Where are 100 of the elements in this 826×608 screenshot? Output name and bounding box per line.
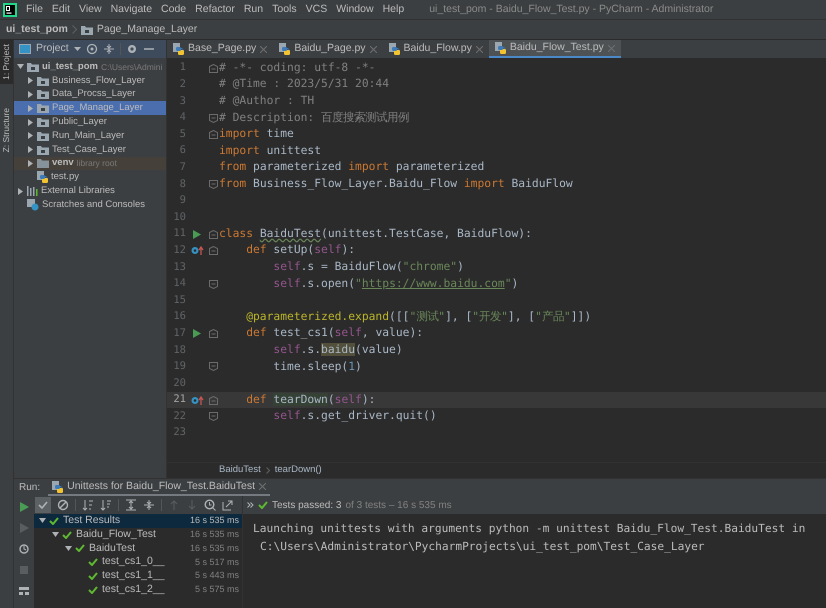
line-number: 3	[178, 94, 187, 109]
test-result-row[interactable]: Baidu_Flow_Test 16 s 535 ms	[34, 528, 242, 542]
collapse-arrow-icon[interactable]	[16, 63, 24, 70]
tree-item[interactable]: ui_test_pom C:\Users\Admini	[14, 60, 166, 74]
override-icon[interactable]	[190, 396, 204, 405]
run-icon[interactable]	[18, 501, 30, 513]
menu-item[interactable]: File	[26, 2, 43, 18]
tree-item[interactable]: Run_Main_Layer	[14, 128, 166, 143]
tree-item[interactable]: venv library root	[14, 156, 166, 170]
folder-icon	[80, 24, 93, 34]
line-number: 15	[172, 292, 187, 308]
menu-item[interactable]: Navigate	[110, 2, 152, 18]
app-logo-icon	[3, 2, 17, 16]
test-result-row[interactable]: test_cs1_1__ 5 s 443 ms	[34, 569, 242, 583]
tree-item-label: Data_Procss_Layer	[52, 87, 136, 102]
console-line: Launching unittests with arguments python -m unittest Baidu_Flow_Test.BaiduTest in	[253, 521, 806, 537]
tree-item[interactable]: Public_Layer	[14, 115, 166, 129]
unfold-icon[interactable]	[208, 114, 218, 123]
menu-item[interactable]: Refactor	[195, 2, 235, 18]
line-number: 9	[178, 193, 187, 208]
menu-item[interactable]: View	[79, 2, 102, 18]
panel-title[interactable]: Project	[36, 41, 69, 57]
test-result-row[interactable]: test_cs1_2__ 5 s 575 ms	[34, 582, 242, 597]
test-duration: 5 s 575 ms	[194, 583, 239, 596]
run-tab[interactable]: Unittests for Baidu_Flow_Test.BaiduTest	[48, 479, 270, 496]
show-passed-toggle[interactable]	[35, 497, 51, 513]
more-chevrons-icon[interactable]	[247, 502, 254, 508]
test-result-row[interactable]: Test Results 16 s 535 ms	[34, 514, 242, 528]
target-icon[interactable]	[86, 43, 98, 55]
layout-icon[interactable]	[18, 585, 30, 597]
export-icon[interactable]	[222, 499, 234, 511]
menu-item[interactable]: Help	[382, 2, 404, 18]
line-number: 1	[178, 60, 187, 76]
settings-icon[interactable]	[126, 43, 138, 55]
unfold-icon[interactable]	[208, 180, 218, 189]
test-duration: 16 s 535 ms	[190, 514, 239, 528]
close-icon[interactable]	[259, 483, 266, 490]
close-icon[interactable]	[260, 46, 268, 52]
line-number: 6	[178, 143, 187, 158]
tool-window-tab[interactable]: 1: Project	[0, 40, 13, 84]
close-icon[interactable]	[476, 46, 483, 52]
fold-icon[interactable]	[208, 130, 218, 140]
history-icon[interactable]	[204, 499, 216, 511]
fold-icon[interactable]	[208, 230, 218, 239]
code-line: def test_cs1(self, value):	[245, 325, 424, 342]
tree-item[interactable]: Test_Case_Layer	[14, 142, 166, 157]
fold-icon[interactable]	[208, 246, 218, 256]
collapse-all-icon[interactable]	[102, 43, 115, 55]
line-number: 19	[172, 359, 187, 374]
editor-tab[interactable]: Baidu_Flow.py	[382, 40, 489, 58]
tree-item-hint: library root	[76, 157, 117, 170]
editor-tab[interactable]: Base_Page.py	[167, 40, 274, 58]
code-line: self.s.baidu(value)	[272, 342, 403, 358]
breadcrumb-item[interactable]: tearDown()	[274, 463, 322, 478]
breadcrumb-item[interactable]: Page_Manage_Layer	[96, 22, 198, 38]
window-icon	[19, 44, 31, 54]
menu-item[interactable]: Edit	[52, 2, 70, 18]
menu-item[interactable]: Run	[244, 2, 264, 18]
sort-by-duration-icon[interactable]	[100, 499, 112, 511]
expand-arrow-icon[interactable]	[16, 188, 24, 195]
run-label: Run:	[19, 481, 40, 495]
breadcrumb-item[interactable]: BaiduTest	[219, 463, 261, 478]
sort-alphabetically-icon[interactable]	[82, 499, 94, 511]
fold-icon[interactable]	[208, 64, 218, 73]
close-icon[interactable]	[370, 46, 377, 52]
breadcrumb-item[interactable]: ui_test_pom	[6, 22, 68, 38]
tree-item-label: Public_Layer	[52, 114, 107, 129]
fold-icon[interactable]	[208, 396, 218, 405]
tree-item[interactable]: Data_Procss_Layer	[14, 88, 166, 102]
tree-item[interactable]: Business_Flow_Layer	[14, 74, 166, 88]
code-line: @parameterized.expand([["测试"], ["开发"], ["产品"]])	[245, 308, 592, 325]
expand-all-icon[interactable]	[125, 499, 137, 511]
run-icon[interactable]	[193, 230, 201, 239]
tree-item[interactable]: External Libraries	[14, 184, 166, 198]
unfold-icon[interactable]	[208, 412, 218, 422]
fold-icon[interactable]	[208, 329, 218, 338]
editor-tab[interactable]: Baidu_Page.py	[273, 40, 383, 58]
test-result-row[interactable]: BaiduTest 16 s 535 ms	[34, 542, 242, 556]
menu-item[interactable]: Code	[161, 2, 186, 18]
menu-item[interactable]: VCS	[306, 2, 328, 18]
tests-passed-status: Tests passed: 3	[272, 498, 342, 512]
dropdown-caret-icon[interactable]	[74, 47, 81, 51]
unfold-icon[interactable]	[208, 362, 218, 372]
override-icon[interactable]	[190, 246, 204, 256]
test-result-row[interactable]: test_cs1_0__ 5 s 517 ms	[34, 555, 242, 570]
unfold-icon[interactable]	[208, 280, 218, 289]
menu-item[interactable]: Window	[336, 2, 374, 18]
tree-item[interactable]: test.py	[14, 170, 166, 184]
code-line: self.s.open("https://www.baidu.com")	[272, 276, 518, 292]
code-line: def setUp(self):	[245, 242, 356, 258]
show-ignored-icon[interactable]	[57, 499, 69, 511]
code-line: # -*- coding: utf-8 -*-	[219, 60, 376, 76]
run-icon[interactable]	[193, 329, 201, 338]
tool-window-tab[interactable]: Z: Structure	[0, 104, 13, 156]
tree-item[interactable]: Scratches and Consoles	[14, 198, 166, 212]
editor-tab[interactable]: Baidu_Flow_Test.py	[488, 40, 621, 58]
menu-item[interactable]: Tools	[272, 2, 297, 18]
collapse-all-icon[interactable]	[143, 499, 155, 511]
check-icon	[258, 501, 268, 509]
line-number: 21	[172, 392, 187, 408]
